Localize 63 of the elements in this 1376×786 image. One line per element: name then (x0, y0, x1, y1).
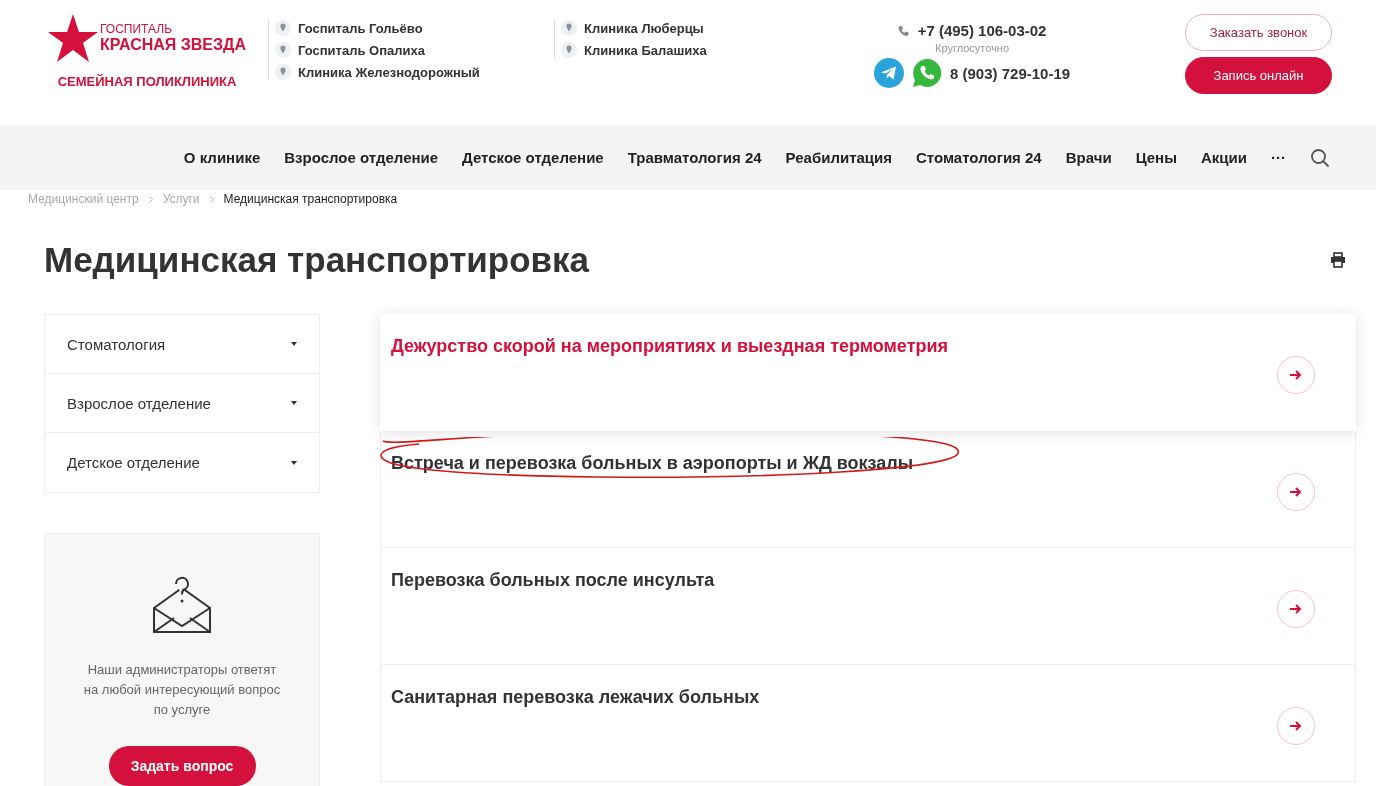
more-link[interactable]: ··· (1271, 149, 1286, 166)
phone-number[interactable]: 8 (903) 729-10-19 (950, 64, 1071, 82)
caret-icon (291, 460, 297, 465)
logo-subtitle: СЕМЕЙНАЯ ПОЛИКЛИНИКА (57, 74, 237, 89)
service-title[interactable]: Перевозка больных после инсульта (391, 570, 715, 664)
search-icon[interactable] (1310, 147, 1330, 168)
nav-link[interactable]: Реабилитация (785, 149, 892, 166)
location-link[interactable]: Клиника Балашиха (584, 42, 707, 58)
star-icon (48, 14, 98, 62)
arrow-right-icon (1290, 721, 1302, 731)
arrow-right-icon (1290, 487, 1302, 497)
location-link[interactable]: Клиника Люберцы (584, 20, 704, 36)
service-card[interactable]: Перевозка больных после инсульта (380, 548, 1356, 665)
nav-link[interactable]: Акции (1201, 149, 1247, 166)
logo-text: КРАСНАЯ ЗВЕЗДА (100, 36, 246, 53)
whatsapp-icon[interactable] (912, 58, 942, 88)
nav-link[interactable]: О клинике (183, 149, 261, 166)
location-pin-icon (275, 20, 291, 36)
caret-icon (291, 342, 297, 346)
category-item[interactable]: Стоматология (45, 315, 319, 374)
nav-link[interactable]: Травматология 24 (627, 149, 762, 166)
breadcrumb-link[interactable]: Медицинская транспортировка (223, 192, 398, 206)
arrow-button[interactable] (1277, 707, 1315, 745)
telegram-icon[interactable] (874, 58, 904, 88)
location-pin-icon (561, 20, 577, 36)
service-card[interactable]: Санитарная перевозка лежачих больных (380, 665, 1356, 782)
callback-button[interactable]: Заказать звонок (1185, 14, 1332, 51)
ask-question-button[interactable]: Задать вопрос (108, 746, 256, 786)
service-card[interactable]: Встреча и перевозка больных в аэропорты и ЖД вокзалы (380, 431, 1356, 548)
caret-icon (291, 401, 297, 405)
envelope-question-icon (152, 576, 212, 634)
location-pin-icon (275, 42, 291, 58)
location-link[interactable]: Госпиталь Опалиха (298, 42, 425, 58)
category-item[interactable]: Детское отделение (45, 433, 319, 492)
service-title[interactable]: Дежурство скорой на мероприятиях и выездная термометрия (391, 336, 949, 430)
chevron-icon (209, 195, 214, 203)
question-text: Наши администраторы ответят на любой интересующий вопрос по услуге (82, 661, 282, 719)
arrow-button[interactable] (1277, 473, 1315, 511)
page-title: Медицинская транспортировка (44, 240, 590, 280)
location-pin-icon (561, 42, 577, 58)
book-online-button[interactable]: Запись онлайн (1185, 57, 1332, 94)
location-link[interactable]: Госпиталь Гольёво (298, 20, 423, 36)
phone-number[interactable]: +7 (495) 106-03-02 (917, 22, 1047, 39)
logo-text: ГОСПИТАЛЬ (100, 23, 173, 36)
arrow-right-icon (1290, 370, 1302, 380)
service-card[interactable]: Дежурство скорой на мероприятиях и выездная термометрия (380, 314, 1356, 431)
nav-link[interactable]: Взрослое отделение (284, 149, 439, 166)
arrow-button[interactable] (1277, 590, 1315, 628)
nav-link[interactable]: Цены (1135, 149, 1177, 166)
location-link[interactable]: Клиника Железнодорожный (298, 64, 480, 80)
category-item[interactable]: Взрослое отделение (45, 374, 319, 433)
nav-link[interactable]: Стоматология 24 (916, 149, 1042, 166)
print-icon[interactable] (1330, 252, 1346, 268)
arrow-button[interactable] (1277, 356, 1315, 394)
service-title[interactable]: Санитарная перевозка лежачих больных (391, 687, 760, 781)
phone-icon (897, 24, 910, 37)
arrow-right-icon (1290, 604, 1302, 614)
hours-text: Круглосуточно (935, 42, 1010, 54)
service-title[interactable]: Встреча и перевозка больных в аэропорты и ЖД вокзалы (391, 453, 914, 547)
location-pin-icon (275, 64, 291, 80)
chevron-icon (148, 195, 153, 203)
nav-link[interactable]: Детское отделение (462, 149, 604, 166)
nav-link[interactable]: Врачи (1065, 149, 1112, 166)
